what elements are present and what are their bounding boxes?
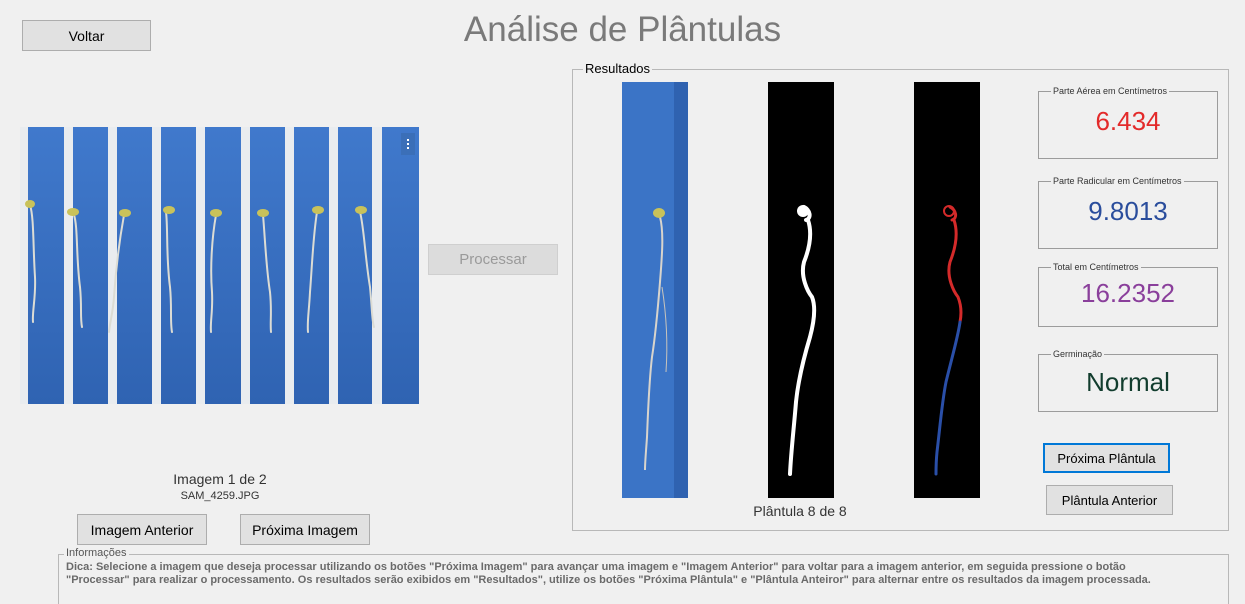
next-image-button[interactable]: Próxima Imagem bbox=[240, 514, 370, 545]
seedling-counter: Plântula 8 de 8 bbox=[753, 503, 847, 519]
original-seedling-strip bbox=[622, 82, 688, 498]
segmented-seedling-strip bbox=[768, 82, 834, 498]
image-counter: Imagem 1 de 2 bbox=[173, 471, 267, 487]
page-title: Análise de Plântulas bbox=[463, 10, 782, 49]
more-options-icon[interactable] bbox=[401, 133, 415, 155]
aerial-length-box: Parte Aérea em Centímetros 6.434 bbox=[1038, 85, 1218, 159]
root-length-label: Parte Radicular em Centímetros bbox=[1051, 175, 1184, 187]
germination-box: Germinação Normal bbox=[1038, 348, 1218, 412]
classified-seedling-strip bbox=[914, 82, 980, 498]
total-length-value: 16.2352 bbox=[1081, 278, 1175, 308]
previous-image-button[interactable]: Imagem Anterior bbox=[77, 514, 207, 545]
total-length-box: Total em Centímetros 16.2352 bbox=[1038, 261, 1218, 327]
root-length-box: Parte Radicular em Centímetros 9.8013 bbox=[1038, 175, 1218, 249]
total-length-label: Total em Centímetros bbox=[1051, 261, 1141, 273]
info-legend: Informações bbox=[64, 547, 129, 560]
germination-value: Normal bbox=[1086, 367, 1170, 397]
germination-label: Germinação bbox=[1051, 348, 1105, 360]
results-legend: Resultados bbox=[583, 61, 653, 76]
info-text: Dica: Selecione a imagem que deseja proc… bbox=[66, 561, 1151, 586]
source-image bbox=[20, 127, 419, 404]
aerial-length-label: Parte Aérea em Centímetros bbox=[1051, 85, 1170, 97]
image-filename: SAM_4259.JPG bbox=[180, 490, 260, 502]
root-length-value: 9.8013 bbox=[1088, 196, 1168, 226]
next-seedling-button[interactable]: Próxima Plântula bbox=[1043, 443, 1170, 473]
aerial-length-value: 6.434 bbox=[1095, 106, 1161, 136]
previous-seedling-button[interactable]: Plântula Anterior bbox=[1046, 485, 1173, 515]
process-button[interactable]: Processar bbox=[428, 244, 558, 275]
